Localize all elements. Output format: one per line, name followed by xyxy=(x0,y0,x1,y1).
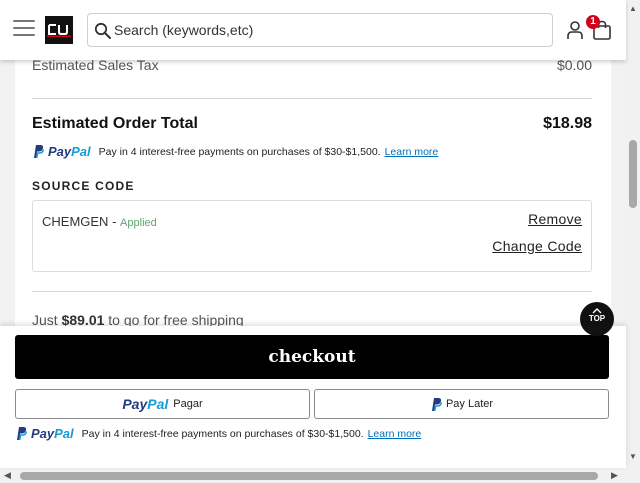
divider xyxy=(32,98,592,99)
cart-count-badge: 1 xyxy=(586,15,600,29)
scroll-left-arrow-icon[interactable]: ◀ xyxy=(4,470,11,481)
paypal-wordmark: PayPal xyxy=(122,396,169,412)
code-separator: - xyxy=(112,214,117,229)
vertical-scroll-thumb[interactable] xyxy=(629,140,637,208)
back-to-top-button[interactable]: TOP xyxy=(580,302,614,336)
search-input[interactable] xyxy=(114,14,534,46)
order-summary: Estimated Sales Tax $0.00 Estimated Orde… xyxy=(15,48,611,338)
sticky-checkout-bar: checkout PayPal Pagar Pay Later PayPal P… xyxy=(0,326,626,468)
vertical-scrollbar[interactable]: ▲ ▼ xyxy=(626,0,640,468)
divider xyxy=(32,291,592,292)
horizontal-scrollbar[interactable]: ◀ ▶ xyxy=(0,468,640,483)
order-total-label: Estimated Order Total xyxy=(32,115,198,132)
scroll-up-arrow-icon[interactable]: ▲ xyxy=(629,4,637,13)
logo-mark xyxy=(47,24,71,37)
code-value: CHEMGEN xyxy=(42,214,109,229)
pagar-label: Pagar xyxy=(173,398,203,410)
pay-later-label: Pay Later xyxy=(445,398,494,410)
search-bar xyxy=(87,13,553,47)
applied-code: CHEMGEN - Applied xyxy=(42,214,157,229)
change-code-link[interactable]: Change Code xyxy=(492,238,582,254)
remove-code-link[interactable]: Remove xyxy=(528,211,582,227)
paypal-wordmark: PayPal xyxy=(31,426,74,441)
site-logo[interactable] xyxy=(45,16,73,44)
paypal-pay-in-4-message: PayPal Pay in 4 interest-free payments o… xyxy=(15,426,421,441)
checkout-button[interactable]: checkout xyxy=(15,335,609,379)
paypal-logo-icon xyxy=(431,397,442,411)
paypal-learn-more-link[interactable]: Learn more xyxy=(368,428,422,440)
site-header: 1 xyxy=(0,0,626,60)
cart-page: 1 Estimated Sales Tax $0.00 Estimated Or… xyxy=(0,0,640,483)
scroll-down-arrow-icon[interactable]: ▼ xyxy=(629,452,637,461)
back-to-top-label: TOP xyxy=(588,314,606,323)
account-icon[interactable] xyxy=(566,20,584,40)
source-code-title: SOURCE CODE xyxy=(32,179,135,193)
paypal-logo-icon xyxy=(17,427,27,441)
paypal-pay-in-4-message: PayPal Pay in 4 interest-free payments o… xyxy=(32,144,438,159)
code-applied-status: Applied xyxy=(120,217,157,229)
paypal-logo-icon xyxy=(34,145,44,159)
menu-icon[interactable] xyxy=(13,20,35,38)
paypal-pay-later-button[interactable]: Pay Later xyxy=(314,389,609,419)
paypal-wordmark: PayPal xyxy=(48,144,91,159)
search-icon[interactable] xyxy=(94,22,112,40)
order-total-value: $18.98 xyxy=(543,115,592,132)
horizontal-scroll-thumb[interactable] xyxy=(20,472,598,480)
scroll-right-arrow-icon[interactable]: ▶ xyxy=(611,470,618,481)
paypal-message-text: Pay in 4 interest-free payments on purch… xyxy=(98,145,381,158)
paypal-pagar-button[interactable]: PayPal Pagar xyxy=(15,389,310,419)
applied-code-box: CHEMGEN - Applied Remove Change Code xyxy=(32,200,592,272)
paypal-message-text: Pay in 4 interest-free payments on purch… xyxy=(81,427,364,440)
paypal-learn-more-link[interactable]: Learn more xyxy=(385,146,439,158)
